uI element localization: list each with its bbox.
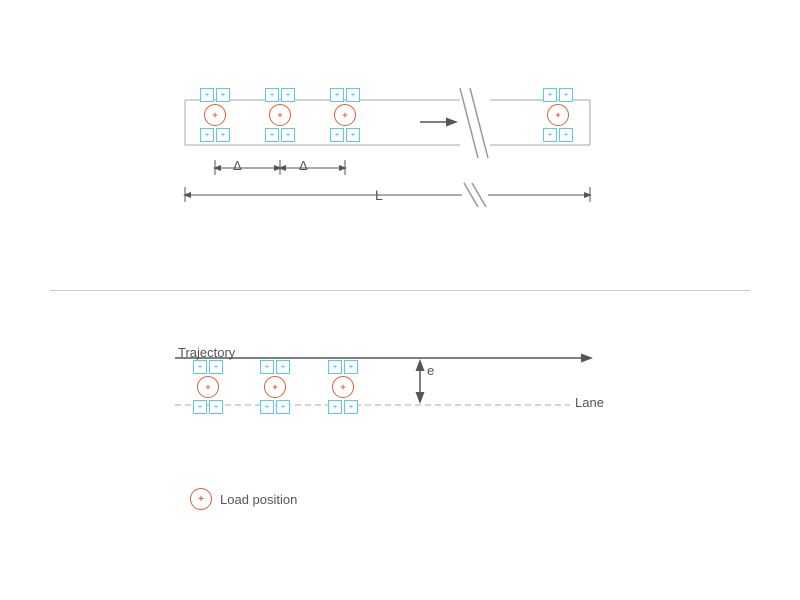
wheel-row-bottom: + + xyxy=(328,400,358,414)
wheel: + xyxy=(281,88,295,102)
wheel: + xyxy=(209,360,223,374)
length-label: L xyxy=(375,187,383,203)
bottom-axle-1: + + + + + xyxy=(193,360,223,414)
wheel: + xyxy=(543,128,557,142)
wheel-row-bottom: + + xyxy=(543,128,573,142)
wheel: + xyxy=(200,128,214,142)
wheel-row-bottom: + + xyxy=(260,400,290,414)
axle-center: + xyxy=(269,104,291,126)
wheel: + xyxy=(276,400,290,414)
wheel: + xyxy=(559,88,573,102)
wheel-row-top: + + xyxy=(265,88,295,102)
wheel: + xyxy=(216,88,230,102)
wheel: + xyxy=(193,360,207,374)
legend-symbol: + xyxy=(190,488,212,510)
wheel: + xyxy=(209,400,223,414)
wheel-row-top: + + xyxy=(328,360,358,374)
axle-center: + xyxy=(197,376,219,398)
wheel-row-top: + + xyxy=(543,88,573,102)
delta2-label: Δ xyxy=(299,158,308,173)
wheel: + xyxy=(328,400,342,414)
wheel-row-bottom: + + xyxy=(265,128,295,142)
wheel: + xyxy=(559,128,573,142)
wheel: + xyxy=(346,88,360,102)
top-diagram-svg xyxy=(0,0,800,290)
axle-center: + xyxy=(204,104,226,126)
main-container: + + + + + + + + + + + + + + + xyxy=(0,0,800,600)
axle-group-3: + + + + + xyxy=(330,88,360,142)
wheel: + xyxy=(543,88,557,102)
axle-center: + xyxy=(547,104,569,126)
wheel-row-bottom: + + xyxy=(193,400,223,414)
bottom-diagram-svg xyxy=(0,310,800,560)
wheel: + xyxy=(281,128,295,142)
wheel: + xyxy=(200,88,214,102)
axle-center: + xyxy=(264,376,286,398)
wheel: + xyxy=(265,128,279,142)
wheel: + xyxy=(260,360,274,374)
wheel-row-top: + + xyxy=(193,360,223,374)
wheel: + xyxy=(193,400,207,414)
axle-center: + xyxy=(332,376,354,398)
axle-center: + xyxy=(334,104,356,126)
wheel: + xyxy=(276,360,290,374)
delta1-label: Δ xyxy=(233,158,242,173)
e-label: e xyxy=(427,363,434,378)
wheel: + xyxy=(216,128,230,142)
bottom-axle-3: + + + + + xyxy=(328,360,358,414)
wheel-row-top: + + xyxy=(330,88,360,102)
wheel: + xyxy=(330,88,344,102)
wheel-row-bottom: + + xyxy=(200,128,230,142)
legend-label: Load position xyxy=(220,492,297,507)
wheel: + xyxy=(346,128,360,142)
axle-group-2: + + + + + xyxy=(265,88,295,142)
legend: + Load position xyxy=(190,488,297,510)
lane-label: Lane xyxy=(575,395,604,410)
wheel: + xyxy=(328,360,342,374)
wheel: + xyxy=(330,128,344,142)
wheel-row-top: + + xyxy=(260,360,290,374)
axle-group-4: + + + + + xyxy=(543,88,573,142)
wheel-row-bottom: + + xyxy=(330,128,360,142)
wheel: + xyxy=(265,88,279,102)
wheel-row-top: + + xyxy=(200,88,230,102)
wheel: + xyxy=(260,400,274,414)
bottom-axle-2: + + + + + xyxy=(260,360,290,414)
axle-group-1: + + + + + xyxy=(200,88,230,142)
wheel: + xyxy=(344,360,358,374)
wheel: + xyxy=(344,400,358,414)
section-divider xyxy=(50,290,750,291)
trajectory-label: Trajectory xyxy=(178,345,235,360)
